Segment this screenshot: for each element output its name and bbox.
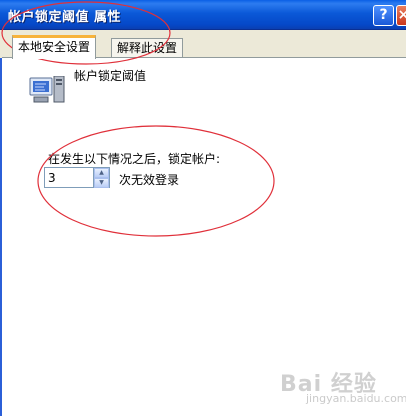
invalid-logon-unit-label: 次无效登录 xyxy=(119,173,180,187)
close-button[interactable]: × xyxy=(396,5,406,26)
lockout-threshold-input[interactable] xyxy=(44,167,94,188)
title-bar[interactable]: 帐户锁定阈值 属性 ? × xyxy=(0,0,406,30)
spin-up-button[interactable]: ▲ xyxy=(94,168,109,178)
window-title: 帐户锁定阈值 属性 xyxy=(8,10,122,25)
tab-local-security-setting[interactable]: 本地安全设置 xyxy=(12,35,97,59)
tab-explain-setting[interactable]: 解释此设置 xyxy=(111,38,184,58)
policy-name: 帐户锁定阈值 xyxy=(74,69,147,83)
spin-down-button[interactable]: ▼ xyxy=(94,178,109,188)
lockout-prompt-label: 在发生以下情况之后，锁定帐户: xyxy=(48,152,221,166)
watermark-subtext: jingyan.baidu.com xyxy=(306,392,406,405)
policy-computer-icon xyxy=(29,76,65,103)
threshold-spinner: ▲ ▼ xyxy=(94,167,110,188)
tab-strip: 本地安全设置 解释此设置 xyxy=(0,30,406,59)
help-button[interactable]: ? xyxy=(373,5,394,26)
tab-panel xyxy=(2,57,406,416)
